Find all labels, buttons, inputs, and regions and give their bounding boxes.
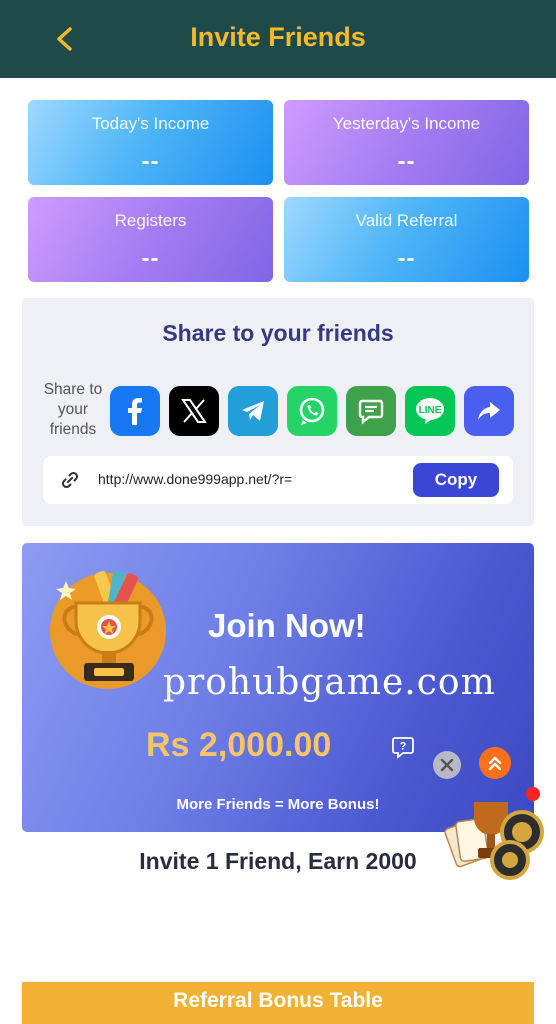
yesterdays-income-value: -- <box>397 148 416 175</box>
whatsapp-share-button[interactable] <box>287 386 337 436</box>
join-now-headline: Join Now! <box>208 607 366 644</box>
todays-income-value: -- <box>141 148 160 175</box>
registers-value: -- <box>141 245 160 272</box>
close-icon <box>440 758 454 772</box>
facebook-share-button[interactable] <box>110 386 160 436</box>
close-popup-button[interactable] <box>433 751 461 779</box>
x-share-button[interactable] <box>169 386 219 436</box>
share-label: Share to your friends <box>43 381 103 438</box>
line-icon-text: LINE <box>419 405 442 416</box>
telegram-share-button[interactable] <box>228 386 278 436</box>
copy-button[interactable]: Copy <box>413 463 499 497</box>
valid-referral-value: -- <box>397 245 416 272</box>
share-title: Share to your friends <box>162 320 394 346</box>
referral-bonus-table-header: Referral Bonus Table <box>22 982 534 1024</box>
facebook-icon <box>128 398 142 425</box>
yesterdays-income-card: Yesterday's Income -- <box>284 100 529 185</box>
notification-dot <box>526 787 540 801</box>
share-panel: Share to your friends Share to your frie… <box>22 298 534 526</box>
app-header: Invite Friends <box>0 0 556 78</box>
valid-referral-card: Valid Referral -- <box>284 197 529 282</box>
x-icon <box>181 399 207 423</box>
line-share-button[interactable]: LINE <box>405 386 455 436</box>
whatsapp-icon <box>299 397 325 425</box>
sms-icon <box>358 399 384 425</box>
casino-chips-widget-icon[interactable] <box>444 788 548 888</box>
registers-card: Registers -- <box>28 197 273 282</box>
page-title: Invite Friends <box>190 22 366 52</box>
trophy-icon <box>50 570 166 689</box>
referral-link-row: http://www.done999app.net/?r= Copy <box>43 456 513 504</box>
help-icon[interactable]: ? <box>391 735 415 759</box>
valid-referral-label: Valid Referral <box>355 211 458 230</box>
referral-link-text: http://www.done999app.net/?r= <box>98 471 293 487</box>
more-share-button[interactable] <box>464 386 514 436</box>
todays-income-card: Today's Income -- <box>28 100 273 185</box>
scroll-top-button[interactable] <box>479 747 511 779</box>
double-chevron-up-icon <box>488 756 502 771</box>
telegram-icon <box>242 401 264 421</box>
todays-income-label: Today's Income <box>91 114 210 133</box>
watermark-text: prohubgame.com <box>163 662 496 703</box>
line-icon: LINE <box>416 398 444 424</box>
yesterdays-income-label: Yesterday's Income <box>332 114 481 133</box>
more-share-icon <box>478 402 500 420</box>
sms-share-button[interactable] <box>346 386 396 436</box>
svg-text:?: ? <box>400 741 407 753</box>
link-icon <box>61 471 79 489</box>
bonus-amount: Rs 2,000.00 <box>146 726 332 764</box>
registers-label: Registers <box>114 211 187 230</box>
